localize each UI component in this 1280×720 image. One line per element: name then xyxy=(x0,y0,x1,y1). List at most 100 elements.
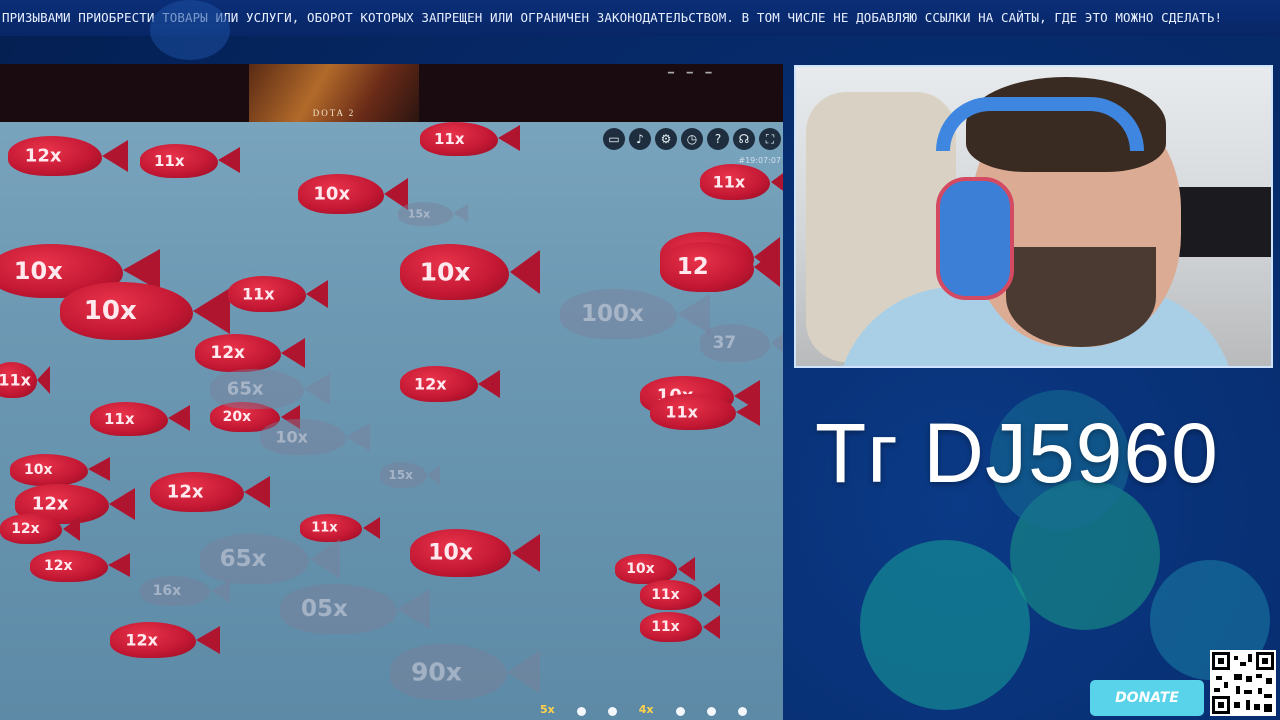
fish-multiplier-label: 10x xyxy=(83,296,137,326)
fish-tail xyxy=(736,397,760,426)
fish-tail xyxy=(771,327,783,358)
fish-multiplier-label: 10x xyxy=(24,462,53,478)
fish-target[interactable]: 11x xyxy=(420,122,520,156)
support-icon[interactable]: ☊ xyxy=(733,128,755,150)
fish-tail xyxy=(346,422,370,451)
fish-multiplier-label: 11x xyxy=(154,152,185,170)
fish-multiplier-label: 100x xyxy=(581,301,644,327)
game-panel[interactable]: DOTA 2 ━ ━ ━ ▭ ♪ ⚙ ◷? ☊ ⛶ #19:07:07 12x 11x 11x… xyxy=(0,64,783,720)
fullscreen-icon[interactable]: ⛶ xyxy=(759,128,781,150)
chat-icon[interactable]: ▭ xyxy=(603,128,625,150)
multiplier-4x[interactable]: 4x xyxy=(639,703,654,716)
fish-multiplier-label: 65x xyxy=(219,546,267,572)
fish-multiplier-label: 10x xyxy=(626,561,655,577)
qr-code[interactable] xyxy=(1210,650,1276,716)
fish-tail xyxy=(512,533,540,572)
fish-tail xyxy=(453,204,468,223)
bet-dot[interactable] xyxy=(706,707,716,716)
fish-target[interactable]: 11x xyxy=(140,144,240,178)
fish-multiplier-label: 11x xyxy=(651,587,680,603)
fish-target[interactable]: 90x xyxy=(390,644,540,700)
fish-target[interactable]: 11x xyxy=(640,612,720,642)
game-toolbar: ▭ ♪ ⚙ ◷? ☊ ⛶ xyxy=(603,128,781,150)
qr-code-image xyxy=(1212,652,1274,714)
fish-target[interactable]: 11x xyxy=(700,164,783,200)
fish-target[interactable]: 12x xyxy=(195,334,305,372)
fish-tail xyxy=(244,476,270,508)
fish-multiplier-label: 12x xyxy=(210,343,246,363)
fish-target[interactable]: 12x xyxy=(0,514,80,544)
fish-target[interactable]: 12x xyxy=(400,366,500,402)
fish-multiplier-label: 10x xyxy=(13,257,63,285)
fish-tail xyxy=(507,649,540,694)
fish-multiplier-label: 11x xyxy=(0,370,31,390)
fish-target[interactable]: 10x xyxy=(410,529,540,577)
fish-tail xyxy=(63,517,80,541)
fish-tail xyxy=(37,365,50,394)
fish-target[interactable]: 65x xyxy=(200,534,340,584)
fish-multiplier-label: 11x xyxy=(651,619,680,635)
help-icon[interactable]: ? xyxy=(707,128,729,150)
fish-target[interactable]: 100x xyxy=(560,289,710,339)
fish-target[interactable]: 37 xyxy=(700,324,783,362)
bet-dot[interactable] xyxy=(607,707,617,716)
dota-banner[interactable]: DOTA 2 xyxy=(249,64,419,122)
fish-target[interactable]: 11x xyxy=(640,580,720,610)
fish-target[interactable]: 15x xyxy=(380,462,440,488)
bet-dot[interactable] xyxy=(675,707,685,716)
fish-target[interactable]: 11x xyxy=(228,276,328,312)
fish-tail xyxy=(703,583,720,607)
fish-multiplier-label: 10x xyxy=(275,427,308,447)
fish-tail xyxy=(196,625,220,654)
fish-tail xyxy=(108,553,130,578)
settings-icon[interactable]: ⚙ xyxy=(655,128,677,150)
bet-selector-bar: 5x 4x xyxy=(540,703,747,716)
fish-target[interactable]: 05x xyxy=(280,584,430,634)
fish-tail xyxy=(363,516,380,539)
fish-target[interactable]: 12x xyxy=(110,622,220,658)
fish-tail xyxy=(478,369,500,398)
fish-tail xyxy=(218,147,240,174)
bet-dot[interactable] xyxy=(737,707,747,716)
fish-target[interactable]: 11x xyxy=(0,362,50,398)
fish-target[interactable]: 10x xyxy=(260,419,370,455)
fish-multiplier-label: 12 xyxy=(676,254,709,280)
dota-banner-label: DOTA 2 xyxy=(312,108,356,118)
fish-target[interactable]: 10x xyxy=(298,174,408,214)
fish-target[interactable]: 12x xyxy=(30,550,130,582)
fish-multiplier-label: 12x xyxy=(31,493,69,515)
fish-multiplier-label: 90x xyxy=(411,657,462,687)
history-icon[interactable]: ◷ xyxy=(681,128,703,150)
fish-multiplier-label: 15x xyxy=(407,207,431,221)
fish-target[interactable]: 65x xyxy=(210,369,330,409)
fish-multiplier-label: 11x xyxy=(434,130,465,148)
fish-tail xyxy=(427,464,440,485)
fish-target[interactable]: 10x xyxy=(10,454,110,486)
fish-tail xyxy=(88,457,110,482)
headset-earcup xyxy=(936,177,1014,300)
fish-target[interactable]: 11x xyxy=(90,402,190,436)
fish-target[interactable]: 10x xyxy=(60,282,230,340)
fish-tail xyxy=(193,287,230,334)
fish-multiplier-label: 37 xyxy=(712,333,737,353)
fish-target[interactable]: 12x xyxy=(8,136,128,176)
fish-target[interactable]: 12 xyxy=(660,242,780,292)
fish-tail xyxy=(397,589,430,629)
fish-multiplier-label: 12x xyxy=(125,630,158,650)
telegram-handle: Tг DJ5960 xyxy=(815,406,1219,500)
streamer-beard xyxy=(1006,247,1156,347)
multiplier-5x[interactable]: 5x xyxy=(540,703,555,716)
donate-button[interactable]: DONATE xyxy=(1090,680,1204,716)
fish-tail xyxy=(754,247,780,287)
fish-multiplier-label: 05x xyxy=(301,596,348,622)
sound-icon[interactable]: ♪ xyxy=(629,128,651,150)
bet-dot[interactable] xyxy=(576,707,586,716)
fish-target[interactable]: 11x xyxy=(650,394,760,430)
window-dots: ━ ━ ━ xyxy=(668,68,712,79)
fish-tail xyxy=(168,405,190,432)
fish-target[interactable]: 12x xyxy=(150,472,270,512)
fish-multiplier-label: 10x xyxy=(313,183,351,205)
fish-target[interactable]: 15x xyxy=(398,202,468,226)
fish-multiplier-label: 15x xyxy=(388,468,413,482)
fish-target[interactable]: 10x xyxy=(400,244,540,300)
